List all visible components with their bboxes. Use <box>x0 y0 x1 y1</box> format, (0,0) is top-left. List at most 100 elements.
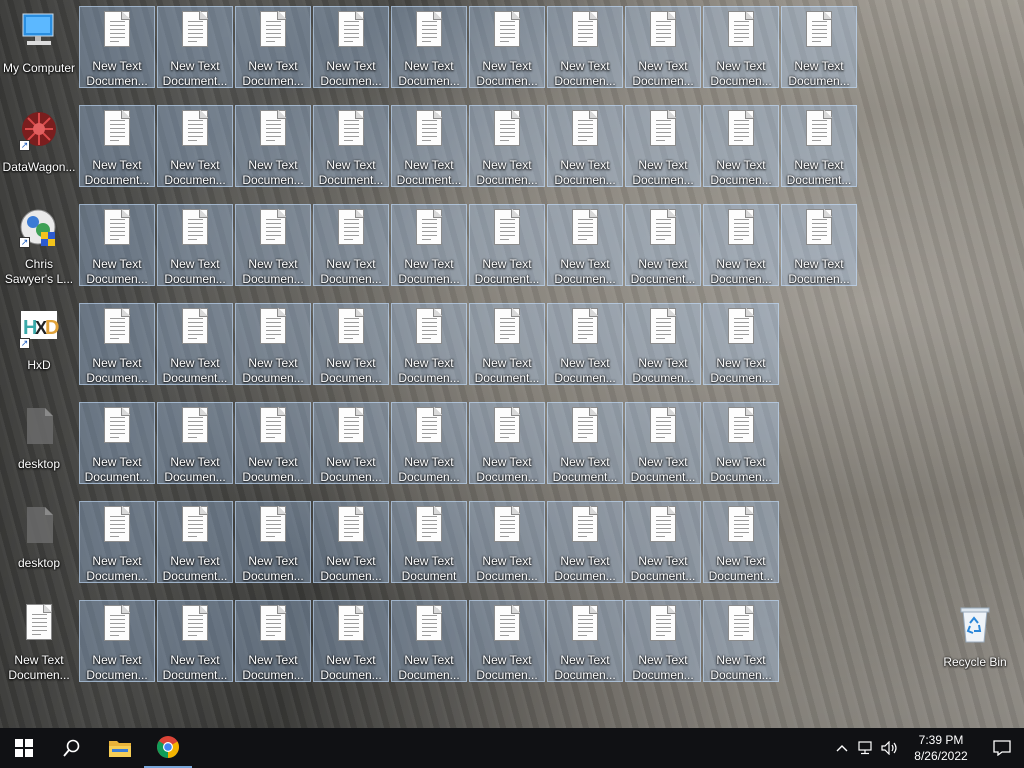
chrome-button[interactable] <box>144 728 192 768</box>
new-text-document-r5-c6[interactable]: New Text Documen... <box>469 402 545 484</box>
new-text-document-r7-c6[interactable]: New Text Documen... <box>469 600 545 682</box>
icon-label: New Text Document... <box>474 356 540 384</box>
new-text-document-r1-c9[interactable]: New Text Documen... <box>703 6 779 88</box>
new-text-document-r3-c9[interactable]: New Text Documen... <box>703 204 779 286</box>
new-text-document-r3-c2[interactable]: New Text Documen... <box>157 204 233 286</box>
icon-label: New Text Documen... <box>788 257 850 285</box>
desktop-area[interactable]: My Computer ↗ DataWagon... ↗ Chris Sawyer's … <box>0 0 1024 728</box>
new-text-document-r3-c4[interactable]: New Text Documen... <box>313 204 389 286</box>
icon-label: desktop <box>17 457 61 471</box>
new-text-document-r4-c5[interactable]: New Text Documen... <box>391 303 467 385</box>
new-text-document-r2-c4[interactable]: New Text Document... <box>313 105 389 187</box>
new-text-document-r4-c9[interactable]: New Text Documen... <box>703 303 779 385</box>
file-explorer-button[interactable] <box>96 728 144 768</box>
new-text-document-r4-c8[interactable]: New Text Documen... <box>625 303 701 385</box>
new-text-document-r5-c7[interactable]: New Text Document... <box>547 402 623 484</box>
new-text-document-r7-c1[interactable]: New Text Documen... <box>79 600 155 682</box>
new-text-document-r5-c8[interactable]: New Text Document... <box>625 402 701 484</box>
new-text-document-r2-c3[interactable]: New Text Documen... <box>235 105 311 187</box>
icon-label: New Text Documen... <box>398 356 460 384</box>
new-text-document-r4-c3[interactable]: New Text Documen... <box>235 303 311 385</box>
windows-logo-icon <box>15 739 33 757</box>
new-text-document-r3-c8[interactable]: New Text Document... <box>625 204 701 286</box>
document-icon <box>416 506 442 542</box>
new-text-document-r2-c5[interactable]: New Text Document... <box>391 105 467 187</box>
new-text-document-r6-c1[interactable]: New Text Documen... <box>79 501 155 583</box>
new-text-document-r2-c9[interactable]: New Text Documen... <box>703 105 779 187</box>
datawagon-icon[interactable]: ↗ DataWagon... <box>1 105 77 187</box>
icon-label: New Text Documen... <box>710 158 772 186</box>
new-text-document-r4-c7[interactable]: New Text Documen... <box>547 303 623 385</box>
new-text-document-r5-c2[interactable]: New Text Documen... <box>157 402 233 484</box>
new-text-document-r3-c7[interactable]: New Text Documen... <box>547 204 623 286</box>
new-text-document-r7-c3[interactable]: New Text Documen... <box>235 600 311 682</box>
icon-label: New Text Documen... <box>710 455 772 483</box>
new-text-document-r7-c7[interactable]: New Text Documen... <box>547 600 623 682</box>
new-text-document-r1-c6[interactable]: New Text Documen... <box>469 6 545 88</box>
new-text-document-r6-c4[interactable]: New Text Documen... <box>313 501 389 583</box>
action-center-button[interactable] <box>980 728 1024 768</box>
new-text-document-r1-c2[interactable]: New Text Document... <box>157 6 233 88</box>
new-text-document-r2-c6[interactable]: New Text Documen... <box>469 105 545 187</box>
icon-label: New Text Document... <box>630 257 696 285</box>
new-text-document-r1-c8[interactable]: New Text Documen... <box>625 6 701 88</box>
new-text-document-r1-c10[interactable]: New Text Documen... <box>781 6 857 88</box>
new-text-document-r2-c10[interactable]: New Text Document... <box>781 105 857 187</box>
new-text-document-r5-c9[interactable]: New Text Documen... <box>703 402 779 484</box>
document-icon <box>338 308 364 344</box>
new-text-document-r5-c5[interactable]: New Text Documen... <box>391 402 467 484</box>
new-text-document-r5-c4[interactable]: New Text Documen... <box>313 402 389 484</box>
new-text-document-r1-c7[interactable]: New Text Documen... <box>547 6 623 88</box>
new-text-document-r7-c2[interactable]: New Text Document... <box>157 600 233 682</box>
new-text-document-r3-c6[interactable]: New Text Document... <box>469 204 545 286</box>
icon-label: Recycle Bin <box>943 655 1007 669</box>
document-icon <box>806 11 832 47</box>
new-text-document-r6-c3[interactable]: New Text Documen... <box>235 501 311 583</box>
new-text-document-r2-c7[interactable]: New Text Documen... <box>547 105 623 187</box>
new-text-document-r6-c8[interactable]: New Text Document... <box>625 501 701 583</box>
new-text-document-r5-c3[interactable]: New Text Documen... <box>235 402 311 484</box>
desktop-file-1-icon[interactable]: desktop <box>1 402 77 484</box>
volume-icon[interactable] <box>878 728 902 768</box>
new-text-document-r2-c8[interactable]: New Text Documen... <box>625 105 701 187</box>
icon-label: New Text Documen... <box>476 158 538 186</box>
new-text-document-r6-c2[interactable]: New Text Document... <box>157 501 233 583</box>
new-text-document-r2-c1[interactable]: New Text Document... <box>79 105 155 187</box>
new-text-document-r3-c3[interactable]: New Text Documen... <box>235 204 311 286</box>
chris-sawyers-icon[interactable]: ↗ Chris Sawyer's L... <box>1 204 77 286</box>
new-text-document-r3-c1[interactable]: New Text Documen... <box>79 204 155 286</box>
new-text-document-r7-c4[interactable]: New Text Documen... <box>313 600 389 682</box>
new-text-document-r6-c7[interactable]: New Text Documen... <box>547 501 623 583</box>
new-text-document-r7-c9[interactable]: New Text Documen... <box>703 600 779 682</box>
new-text-document-r4-c2[interactable]: New Text Document... <box>157 303 233 385</box>
icon-label: New Text Documen... <box>554 158 616 186</box>
new-text-document-r2-c2[interactable]: New Text Documen... <box>157 105 233 187</box>
chevron-up-icon[interactable] <box>830 728 854 768</box>
new-text-document-r4-c6[interactable]: New Text Document... <box>469 303 545 385</box>
new-text-document-r1-c5[interactable]: New Text Documen... <box>391 6 467 88</box>
new-text-document-r3-c5[interactable]: New Text Documen... <box>391 204 467 286</box>
new-text-document-r1-c3[interactable]: New Text Documen... <box>235 6 311 88</box>
new-text-document-r4-c1[interactable]: New Text Documen... <box>79 303 155 385</box>
recycle-bin[interactable]: Recycle Bin <box>937 600 1013 682</box>
hxd-icon[interactable]: H X D ↗ HxD <box>1 303 77 385</box>
new-text-document-r1-c1[interactable]: New Text Documen... <box>79 6 155 88</box>
new-text-document-r5-c1[interactable]: New Text Document... <box>79 402 155 484</box>
new-text-document-r6-c9[interactable]: New Text Document... <box>703 501 779 583</box>
clock[interactable]: 7:39 PM 8/26/2022 <box>902 732 980 764</box>
icon-label: New Text Document... <box>396 158 462 186</box>
new-text-document-r1-c4[interactable]: New Text Documen... <box>313 6 389 88</box>
document-icon <box>104 308 130 344</box>
start-button[interactable] <box>0 728 48 768</box>
new-text-document-r3-c10[interactable]: New Text Documen... <box>781 204 857 286</box>
desktop-file-2-icon[interactable]: desktop <box>1 501 77 583</box>
new-text-document-r7-c8[interactable]: New Text Documen... <box>625 600 701 682</box>
my-computer-icon[interactable]: My Computer <box>1 6 77 88</box>
new-text-document-r6-c6[interactable]: New Text Documen... <box>469 501 545 583</box>
network-icon[interactable] <box>854 728 878 768</box>
new-text-document-r7-c5[interactable]: New Text Documen... <box>391 600 467 682</box>
new-text-document-r6-c5[interactable]: New Text Document <box>391 501 467 583</box>
search-button[interactable] <box>48 728 96 768</box>
new-text-document-left-icon[interactable]: New Text Documen... <box>1 600 77 682</box>
new-text-document-r4-c4[interactable]: New Text Documen... <box>313 303 389 385</box>
